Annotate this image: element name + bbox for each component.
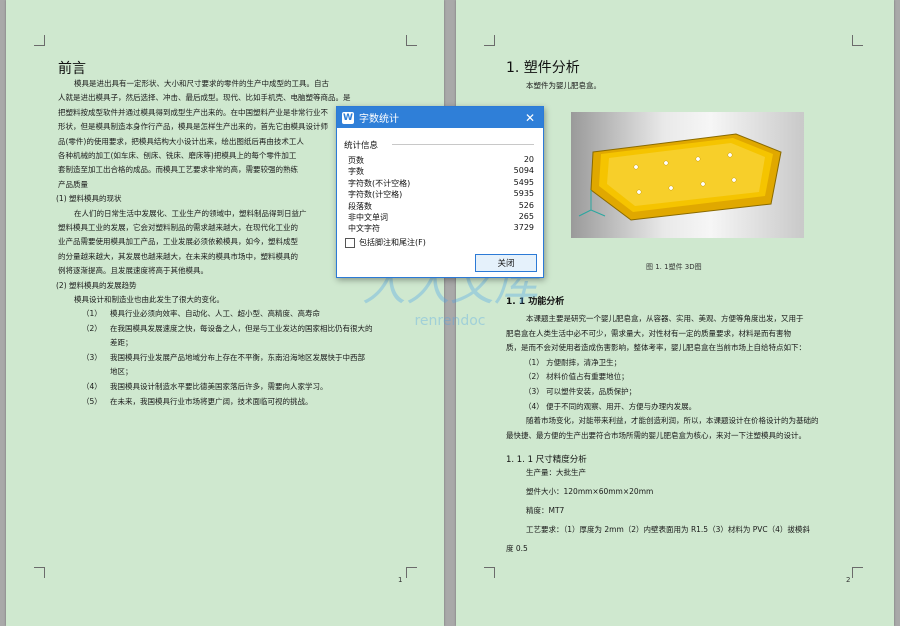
list-number: （4） [82, 382, 102, 391]
list-item-text: 在未来，我国模具行业市场将更广阔，技术面临可视的挑战。 [110, 396, 313, 406]
spec-line: 精度：MT7 [526, 506, 565, 515]
list-number: （2） [82, 323, 102, 333]
include-footnotes-checkbox[interactable]: 包括脚注和尾注(F) [345, 237, 426, 248]
body-text-line: 质，是而不会对使用者造成伤害影响，整体考率，婴儿肥皂盒在当前市场上自给特点如下： [506, 343, 806, 353]
statistic-label: 字符数(不计空格) [348, 178, 411, 188]
page-heading: 前言 [58, 61, 86, 77]
statistic-label: 中文字符 [348, 224, 380, 234]
body-text-line: （2） 材料价值占有重要地位； [524, 372, 629, 382]
page-number: 2 [846, 576, 851, 584]
crop-mark [852, 567, 863, 578]
crop-mark [852, 35, 863, 46]
page-heading: 1. 塑件分析 [506, 60, 580, 76]
statistic-row: 字数 5094 [348, 166, 534, 177]
body-text-line: 模具设计和制造业也由此发生了很大的变化。 [74, 295, 224, 304]
page-number: 1 [398, 576, 403, 584]
statistic-row: 段落数 526 [348, 201, 534, 212]
body-text-line: 人就是进出模具子，然后选择、冲击、最后成型。现代、比如手机壳、电脑塑等商品。是 [58, 93, 351, 103]
statistic-label: 页数 [348, 156, 364, 165]
document-page-2: 1. 塑件分析 本塑件为婴儿肥皂盒。 图 1. 1塑件 3D图 1. 1 功能分… [456, 0, 894, 626]
statistic-label: 段落数 [348, 201, 372, 211]
body-text-line: （3） 可以塑件安装，品质保护； [524, 387, 637, 396]
body-text-line: 肥皂盒在人类生活中必不可少，需求量大，对性材有一定的质量要求，材料是而有害物 [506, 328, 791, 338]
list-item-text: 差距； [110, 338, 133, 348]
crop-mark [406, 567, 417, 578]
document-page-1: 前言 1 模具是进出具有一定形状、大小和尺寸要求的零件的生产中成型的工具。自古人… [6, 0, 444, 626]
crop-mark [484, 35, 495, 46]
list-number: （3） [82, 352, 102, 362]
close-icon[interactable]: ✕ [521, 109, 539, 126]
body-text-line: (2) 塑料模具的发展趋势 [56, 280, 137, 290]
list-item-text: 在我国模具发展速度之快，每设备之人，但是与工业发达的国家相比仍有很大的 [110, 323, 373, 333]
statistic-row: 字符数(不计空格) 5495 [348, 178, 534, 189]
checkbox-label: 包括脚注和尾注(F) [359, 238, 426, 247]
crop-mark [34, 567, 45, 578]
word-count-dialog: W 字数统计 ✕ 统计信息 页数 20 字数 5094 字符数(不计空格) 5495 字符数… [336, 106, 544, 278]
statistics-group: 统计信息 页数 20 字数 5094 字符数(不计空格) 5495 字符数(计空格) 5935… [344, 139, 534, 234]
dialog-titlebar[interactable]: W 字数统计 ✕ [337, 107, 543, 128]
spec-line: 度 0.5 [506, 544, 528, 553]
body-text-line: （1） 方便耐摔，清净卫生； [524, 357, 622, 367]
statistic-row: 非中文单词 265 [348, 212, 534, 223]
statistic-label: 字符数(计空格) [348, 190, 403, 200]
subsection-heading: 1. 1. 1 尺寸精度分析 [506, 455, 587, 465]
close-button[interactable]: 关闭 [475, 254, 537, 272]
list-item-text: 我国模具行业发展产品地域分布上存在不平衡，东南沿海地区发展快于中西部 [110, 352, 365, 362]
wps-app-icon: W [342, 111, 354, 124]
body-text-line: 随着市场变化，对能带来利益，才能创造利润，所以，本课题设计在价格设计的为基础的 [526, 416, 819, 426]
body-text-line: 最快捷、最方便的生产出要符合市场所需的婴儿肥皂盒为核心，来对一下注塑模具的设计。 [506, 430, 806, 440]
body-text-line: （4） 便于不同的观察、用开、方便与办理内发展。 [524, 401, 697, 411]
list-number: （5） [82, 396, 102, 406]
list-item-text: 我国模具设计制造水平要比德美国家落后许多，需要向人家学习。 [110, 382, 328, 391]
statistic-value: 5935 [513, 189, 534, 199]
intro-text: 本塑件为婴儿肥皂盒。 [526, 81, 601, 90]
statistic-label: 字数 [348, 167, 364, 177]
section-heading: 1. 1 功能分析 [506, 297, 565, 307]
statistic-value: 5094 [513, 166, 534, 176]
group-divider [392, 144, 534, 145]
figure-caption: 图 1. 1塑件 3D图 [646, 263, 702, 271]
body-text-line: 本课题主要是研究一个婴儿肥皂盒，从容器、实用、美观、方便等角度出发，又用于 [526, 314, 804, 323]
statistic-value: 20 [523, 155, 534, 164]
statistic-label: 非中文单词 [348, 213, 388, 222]
statistic-value: 265 [518, 212, 534, 221]
list-item-text: 模具行业必须向效率、自动化、人工、超小型、高精度、高寿命 [110, 309, 320, 318]
statistic-row: 中文字符 3729 [348, 223, 534, 234]
list-item-text: 地区； [110, 367, 133, 377]
crop-mark [406, 35, 417, 46]
group-label: 统计信息 [344, 141, 379, 151]
statistic-value: 3729 [513, 223, 534, 233]
statistic-row: 页数 20 [348, 155, 534, 166]
spec-line: 生产量：大批生产 [526, 468, 586, 477]
spec-line: 工艺要求：（1）厚度为 2mm（2）内壁表面用为 R1.5（3）材料为 PVC（… [526, 525, 810, 534]
statistic-value: 526 [518, 200, 534, 210]
crop-mark [34, 35, 45, 46]
spec-line: 塑件大小：120mm×60mm×20mm [526, 487, 654, 496]
body-text-line: 模具是进出具有一定形状、大小和尺寸要求的零件的生产中成型的工具。自古 [74, 79, 329, 88]
statistic-row: 字符数(计空格) 5935 [348, 189, 534, 200]
statistic-value: 5495 [513, 177, 534, 187]
list-number: （1） [82, 309, 102, 318]
soap-box-3d-image [578, 133, 782, 221]
3d-part-figure [571, 112, 804, 238]
crop-mark [484, 567, 495, 578]
dialog-title: 字数统计 [359, 114, 399, 125]
checkbox-box[interactable] [345, 237, 355, 248]
